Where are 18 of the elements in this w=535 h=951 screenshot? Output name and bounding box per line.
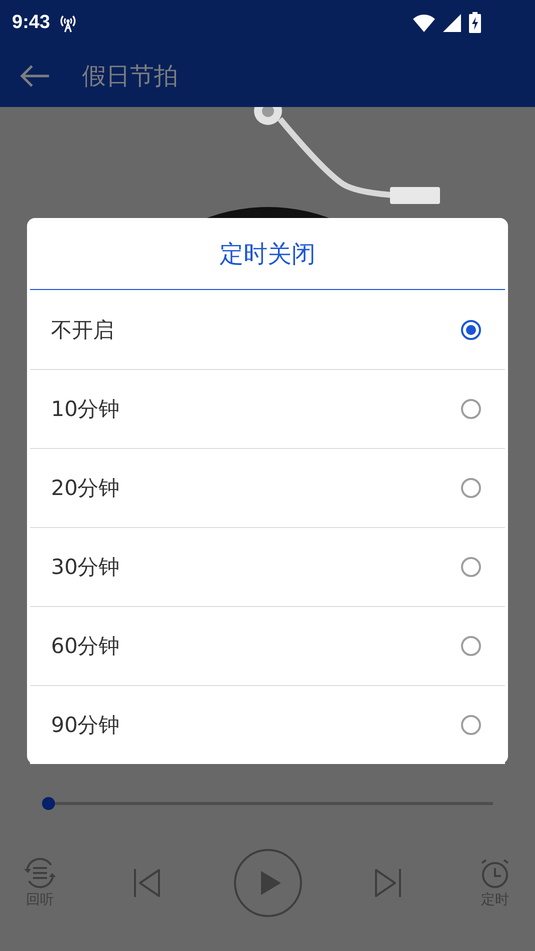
replay-list-icon (22, 857, 58, 889)
radio-button[interactable] (461, 557, 481, 577)
broadcast-tower-icon (58, 12, 78, 32)
play-button[interactable] (232, 846, 302, 920)
cell-signal-icon (443, 14, 461, 32)
battery-charging-icon (469, 12, 481, 33)
progress-thumb[interactable] (42, 796, 55, 810)
radio-button[interactable] (461, 320, 481, 340)
radio-button[interactable] (461, 715, 481, 735)
wifi-icon (413, 14, 435, 32)
alarm-clock-icon (479, 857, 511, 889)
timer-option[interactable]: 90分钟 (30, 685, 505, 764)
radio-button[interactable] (461, 478, 481, 498)
radio-button[interactable] (461, 636, 481, 656)
status-time: 9:43 (12, 12, 50, 34)
play-icon (232, 848, 302, 918)
radio-button[interactable] (461, 399, 481, 419)
app-bar-title: 假日节拍 (82, 61, 178, 92)
